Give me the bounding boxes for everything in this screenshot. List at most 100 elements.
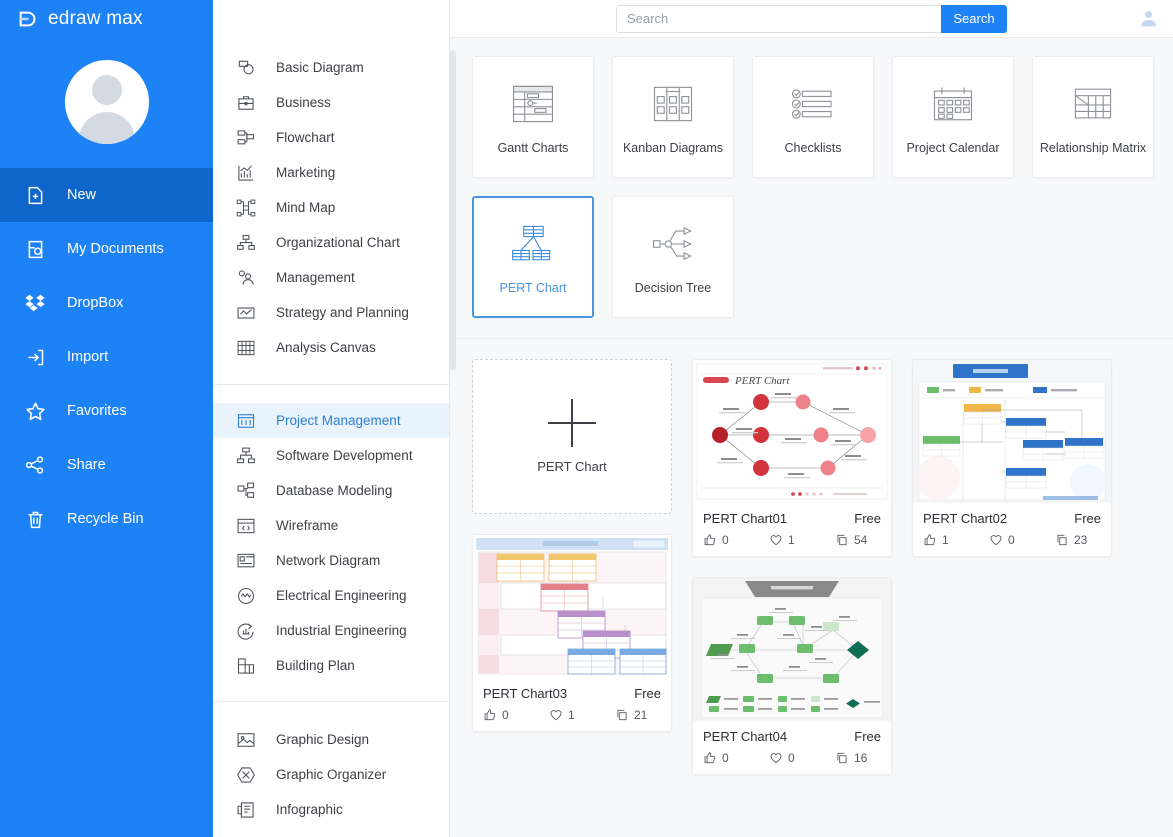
- calendar-icon: [926, 79, 980, 129]
- type-card-label: Checklists: [784, 141, 842, 155]
- analysis-canvas-icon: [235, 337, 257, 359]
- favorites-count: 1: [788, 533, 795, 547]
- category-item-network-diagram[interactable]: Network Diagram: [213, 543, 449, 578]
- category-item-graphic-organizer[interactable]: Graphic Organizer: [213, 757, 449, 792]
- category-item-mind-map[interactable]: Mind Map: [213, 190, 449, 225]
- template-gallery: PERT Chart PERT Chart03 Free 0 1 21 PERT…: [450, 339, 1173, 837]
- sidebar-item-my-documents[interactable]: My Documents: [0, 222, 213, 276]
- my-documents-icon: [22, 236, 48, 262]
- type-card-kanban-diagrams[interactable]: Kanban Diagrams: [612, 56, 734, 178]
- building-plan-icon: [235, 655, 257, 677]
- sidebar-item-label: Favorites: [67, 403, 127, 419]
- category-item-management[interactable]: Management: [213, 260, 449, 295]
- category-item-graphic-design[interactable]: Graphic Design: [213, 722, 449, 757]
- template-price: Free: [634, 686, 661, 701]
- category-label: Wireframe: [276, 518, 339, 533]
- category-item-analysis-canvas[interactable]: Analysis Canvas: [213, 330, 449, 365]
- category-label: Marketing: [276, 165, 336, 180]
- new-blank-pert-chart-card[interactable]: PERT Chart: [472, 359, 672, 514]
- copy-icon: [1055, 533, 1069, 547]
- category-item-marketing[interactable]: Marketing: [213, 155, 449, 190]
- strategy-icon: [235, 302, 257, 324]
- type-card-pert-chart[interactable]: PERT Chart: [472, 196, 594, 318]
- category-item-project-management[interactable]: Project Management: [213, 403, 449, 438]
- template-card-pert-chart02[interactable]: PERT Chart02 Free 1 0 23: [912, 359, 1112, 557]
- type-card-label: Decision Tree: [634, 281, 712, 295]
- category-item-building-plan[interactable]: Building Plan: [213, 648, 449, 683]
- sidebar-item-dropbox[interactable]: DropBox: [0, 276, 213, 330]
- svg-text:PERT Chart: PERT Chart: [734, 375, 790, 387]
- template-card-pert-chart01[interactable]: PERT Chart PERT Chart01 Free 0 1 54: [692, 359, 892, 557]
- type-card-project-calendar[interactable]: Project Calendar: [892, 56, 1014, 178]
- category-item-business[interactable]: Business: [213, 85, 449, 120]
- sidebar-item-label: DropBox: [67, 295, 124, 311]
- management-icon: [235, 267, 257, 289]
- category-item-flowchart[interactable]: Flowchart: [213, 120, 449, 155]
- template-meta: PERT Chart02 Free 1 0 23: [913, 503, 1111, 556]
- search-bar: Search: [450, 4, 1173, 33]
- user-avatar[interactable]: [0, 38, 213, 166]
- template-meta: PERT Chart03 Free 0 1 21: [473, 678, 671, 731]
- top-bar: Search: [450, 0, 1173, 38]
- graphic-organizer-icon: [235, 764, 257, 786]
- stat-likes: 0: [483, 708, 549, 722]
- sidebar-item-label: Recycle Bin: [67, 511, 144, 527]
- template-title-row: PERT Chart03 Free: [483, 686, 661, 701]
- template-title: PERT Chart04: [703, 729, 788, 744]
- category-item-software-development[interactable]: Software Development: [213, 438, 449, 473]
- gallery-column-3: PERT Chart02 Free 1 0 23: [912, 359, 1112, 557]
- template-card-pert-chart03[interactable]: PERT Chart03 Free 0 1 21: [472, 534, 672, 732]
- stat-copies: 54: [835, 533, 867, 547]
- sidebar-item-favorites[interactable]: Favorites: [0, 384, 213, 438]
- sidebar-item-recycle-bin[interactable]: Recycle Bin: [0, 492, 213, 546]
- gantt-chart-icon: [506, 79, 560, 129]
- category-item-wireframe[interactable]: Wireframe: [213, 508, 449, 543]
- type-card-label: Gantt Charts: [497, 141, 569, 155]
- stat-copies: 21: [615, 708, 647, 722]
- category-item-strategy-and-planning[interactable]: Strategy and Planning: [213, 295, 449, 330]
- category-label: Flowchart: [276, 130, 335, 145]
- sidebar-item-share[interactable]: Share: [0, 438, 213, 492]
- category-item-industrial-engineering[interactable]: Industrial Engineering: [213, 613, 449, 648]
- thumbs-up-icon: [483, 708, 497, 722]
- type-card-checklists[interactable]: Checklists: [752, 56, 874, 178]
- category-label: Strategy and Planning: [276, 305, 409, 320]
- category-item-infographic[interactable]: Infographic: [213, 792, 449, 827]
- category-group-visual: Graphic Design Graphic Organizer Infogra…: [213, 722, 449, 827]
- account-icon[interactable]: [1137, 8, 1159, 30]
- database-modeling-icon: [235, 480, 257, 502]
- thumbs-up-icon: [703, 751, 717, 765]
- heart-icon: [769, 533, 783, 547]
- stat-likes: 0: [703, 533, 769, 547]
- heart-icon: [769, 751, 783, 765]
- category-item-electrical-engineering[interactable]: Electrical Engineering: [213, 578, 449, 613]
- stat-favorites: 1: [549, 708, 615, 722]
- search-input[interactable]: [616, 4, 941, 33]
- edraw-logo-icon: [17, 8, 39, 30]
- trash-icon: [22, 506, 48, 532]
- copies-count: 23: [1074, 533, 1088, 547]
- template-card-pert-chart04[interactable]: PERT Chart04 Free 0 0 16: [692, 577, 892, 775]
- category-item-database-modeling[interactable]: Database Modeling: [213, 473, 449, 508]
- main-content: Search Search Gantt Charts Kanban Diagra…: [450, 0, 1173, 837]
- type-card-decision-tree[interactable]: Decision Tree: [612, 196, 734, 318]
- stat-likes: 0: [703, 751, 769, 765]
- sidebar-item-new[interactable]: New: [0, 168, 213, 222]
- likes-count: 0: [722, 751, 729, 765]
- category-scrollbar-thumb[interactable]: [449, 50, 456, 370]
- sidebar-item-label: Import: [67, 349, 109, 365]
- category-label: Management: [276, 270, 355, 285]
- category-label: Industrial Engineering: [276, 623, 407, 638]
- category-label: Building Plan: [276, 658, 355, 673]
- sidebar-item-import[interactable]: Import: [0, 330, 213, 384]
- gallery-column-2: PERT Chart PERT Chart01 Free 0 1 54 PERT…: [692, 359, 892, 775]
- category-group-general: Basic Diagram Business Flowchart Marketi…: [213, 50, 449, 365]
- type-card-gantt-charts[interactable]: Gantt Charts: [472, 56, 594, 178]
- template-stats: 1 0 23: [923, 533, 1101, 547]
- search-button[interactable]: Search: [941, 4, 1007, 33]
- favorites-count: 0: [788, 751, 795, 765]
- category-item-basic-diagram[interactable]: Basic Diagram: [213, 50, 449, 85]
- category-item-organizational-chart[interactable]: Organizational Chart: [213, 225, 449, 260]
- type-card-relationship-matrix[interactable]: Relationship Matrix: [1032, 56, 1154, 178]
- category-scrollbar[interactable]: [449, 50, 456, 710]
